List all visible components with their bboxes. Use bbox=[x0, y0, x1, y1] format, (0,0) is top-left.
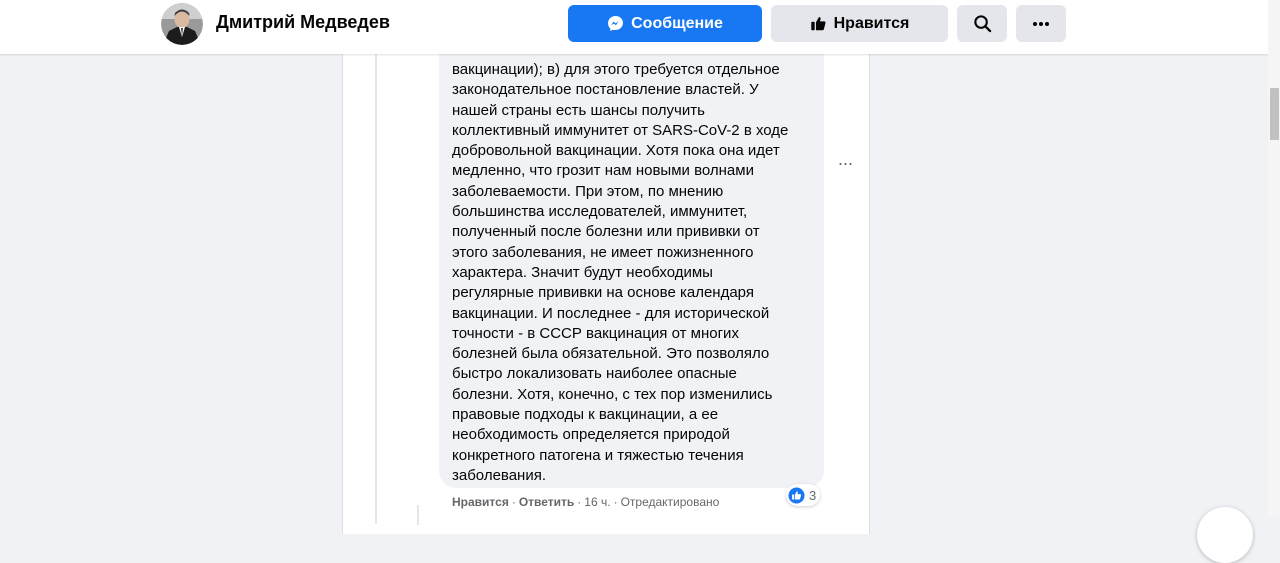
separator: · bbox=[613, 495, 618, 509]
separator: · bbox=[577, 495, 582, 509]
scrollbar-track[interactable] bbox=[1268, 0, 1280, 517]
comment-reply-link[interactable]: Ответить bbox=[519, 495, 574, 509]
page-avatar[interactable] bbox=[161, 3, 203, 45]
more-horizontal-icon: ··· bbox=[837, 153, 854, 173]
comment-text: вакцинации); в) для этого требуется отде… bbox=[452, 61, 789, 484]
separator: · bbox=[511, 495, 516, 509]
message-button[interactable]: Сообщение bbox=[568, 5, 762, 42]
messenger-icon bbox=[607, 15, 624, 32]
message-button-label: Сообщение bbox=[631, 14, 723, 32]
search-button[interactable] bbox=[957, 5, 1007, 42]
comment-edited-label[interactable]: Отредактировано bbox=[621, 495, 720, 509]
more-horizontal-icon bbox=[1032, 21, 1050, 27]
floating-action-button[interactable] bbox=[1197, 507, 1253, 563]
page-name[interactable]: Дмитрий Медведев bbox=[216, 12, 390, 33]
comment-timestamp[interactable]: 16 ч. bbox=[584, 495, 610, 509]
like-reaction-icon bbox=[788, 486, 805, 504]
reaction-count: 3 bbox=[809, 487, 817, 503]
comment-options-button[interactable]: ··· bbox=[834, 152, 856, 174]
scrollbar-thumb[interactable] bbox=[1270, 88, 1279, 140]
search-icon bbox=[973, 14, 992, 33]
thumbs-up-icon bbox=[810, 15, 827, 32]
like-page-button-label: Нравится bbox=[833, 14, 910, 32]
reply-thread-line bbox=[417, 505, 419, 525]
thread-line bbox=[375, 54, 377, 524]
more-options-button[interactable] bbox=[1016, 5, 1066, 42]
like-page-button[interactable]: Нравится bbox=[771, 5, 948, 42]
comment-actions: Нравится · Ответить · 16 ч. · Отредактировано bbox=[452, 495, 719, 509]
comment-like-link[interactable]: Нравится bbox=[452, 495, 509, 509]
reaction-summary[interactable]: 3 bbox=[786, 484, 821, 506]
page-header: Дмитрий Медведев Сообщение Нравится bbox=[0, 0, 1268, 54]
